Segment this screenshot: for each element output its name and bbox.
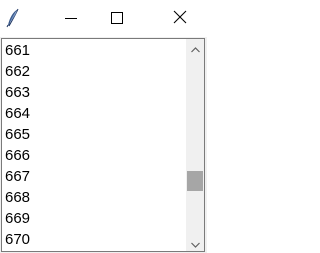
list-item[interactable]: 668 (2, 187, 184, 208)
list-item[interactable]: 661 (2, 40, 184, 61)
maximize-icon (111, 9, 123, 28)
feather-icon (5, 8, 21, 28)
chevron-up-icon (190, 39, 200, 57)
list-item[interactable]: 666 (2, 145, 184, 166)
list-item[interactable]: 669 (2, 208, 184, 229)
list-item[interactable]: 664 (2, 103, 184, 124)
list-item[interactable]: 667 (2, 166, 184, 187)
scrollbar-track[interactable] (186, 56, 204, 234)
list-item[interactable]: 662 (2, 61, 184, 82)
chevron-down-icon (190, 233, 200, 251)
window-body: 661 662 663 664 665 666 667 668 669 670 (0, 37, 207, 253)
listbox[interactable]: 661 662 663 664 665 666 667 668 669 670 (1, 38, 205, 252)
scrollbar-thumb[interactable] (187, 171, 203, 191)
close-icon (173, 9, 187, 28)
scroll-up-button[interactable] (186, 39, 204, 56)
minimize-icon (65, 9, 77, 28)
close-button[interactable] (152, 0, 207, 37)
list-items: 661 662 663 664 665 666 667 668 669 670 (2, 39, 184, 251)
maximize-button[interactable] (94, 0, 140, 37)
list-item[interactable]: 670 (2, 229, 184, 250)
scroll-down-button[interactable] (186, 234, 204, 251)
vertical-scrollbar[interactable] (186, 39, 204, 251)
title-bar[interactable] (0, 0, 207, 37)
minimize-button[interactable] (48, 0, 94, 37)
list-item[interactable]: 663 (2, 82, 184, 103)
list-item[interactable]: 665 (2, 124, 184, 145)
